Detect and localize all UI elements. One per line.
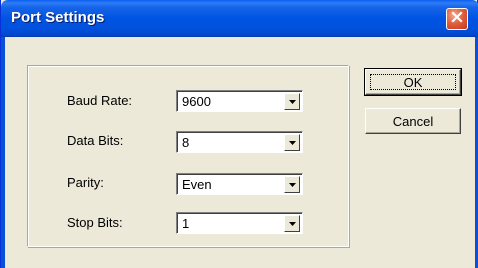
stop-bits-dropdown-button[interactable]	[284, 215, 300, 232]
parity-dropdown-button[interactable]	[284, 176, 300, 193]
stop-bits-label: Stop Bits:	[67, 215, 123, 230]
title-bar[interactable]: Port Settings	[1, 0, 478, 37]
chevron-down-icon	[288, 140, 296, 145]
window-title: Port Settings	[11, 9, 105, 26]
baud-rate-value: 9600	[182, 94, 211, 109]
close-icon	[451, 10, 463, 28]
data-bits-value: 8	[182, 135, 190, 150]
data-bits-select[interactable]: 8	[176, 131, 303, 153]
port-settings-dialog: Port Settings Baud Rate: 9600 Data Bits:…	[0, 0, 478, 268]
data-bits-label: Data Bits:	[67, 133, 124, 148]
ok-button[interactable]: OK	[364, 68, 462, 96]
stop-bits-value: 1	[182, 216, 190, 231]
baud-rate-select[interactable]: 9600	[176, 90, 303, 112]
close-button[interactable]	[446, 8, 468, 30]
parity-label: Parity:	[67, 175, 104, 190]
parity-select[interactable]: Even	[176, 173, 303, 195]
cancel-button[interactable]: Cancel	[365, 108, 461, 134]
chevron-down-icon	[288, 99, 296, 104]
parity-value: Even	[182, 177, 212, 192]
chevron-down-icon	[288, 221, 296, 226]
stop-bits-select[interactable]: 1	[176, 212, 303, 234]
baud-rate-label: Baud Rate:	[67, 93, 133, 108]
chevron-down-icon	[288, 182, 296, 187]
window-frame-left	[1, 37, 5, 268]
baud-rate-dropdown-button[interactable]	[284, 93, 300, 110]
data-bits-dropdown-button[interactable]	[284, 134, 300, 151]
